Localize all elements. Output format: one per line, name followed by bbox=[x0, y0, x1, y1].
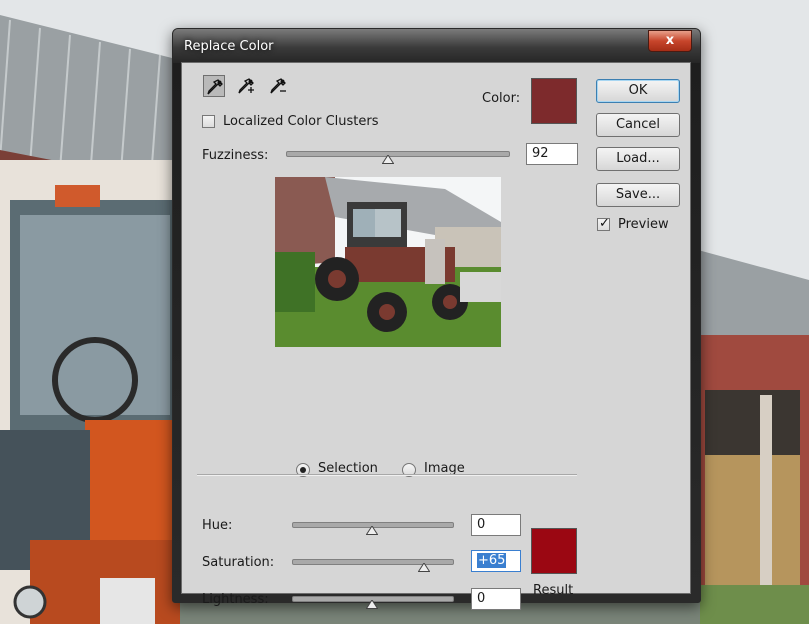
color-swatch[interactable] bbox=[531, 78, 577, 124]
fuzziness-slider-track[interactable] bbox=[286, 151, 510, 157]
cancel-button[interactable]: Cancel bbox=[596, 113, 680, 137]
ok-button[interactable]: OK bbox=[596, 79, 680, 103]
preview-checkbox[interactable]: ✓ bbox=[597, 216, 610, 231]
close-icon: x bbox=[665, 33, 675, 48]
radio-selected-dot bbox=[300, 467, 306, 473]
lightness-slider-thumb[interactable] bbox=[366, 600, 378, 609]
title-bar: Replace Color x bbox=[173, 29, 700, 63]
eyedropper-minus-icon bbox=[270, 78, 286, 94]
close-button[interactable]: x bbox=[648, 30, 692, 52]
saturation-label: Saturation: bbox=[202, 555, 275, 570]
lightness-label: Lightness: bbox=[202, 592, 269, 607]
fuzziness-label: Fuzziness: bbox=[202, 148, 269, 163]
load-button[interactable]: Load... bbox=[596, 147, 680, 171]
check-icon: ✓ bbox=[599, 216, 610, 231]
fuzziness-slider-thumb[interactable] bbox=[382, 155, 395, 164]
fuzziness-input[interactable]: 92 bbox=[526, 143, 578, 165]
hue-label: Hue: bbox=[202, 518, 233, 533]
preview-image bbox=[275, 177, 501, 347]
hue-input[interactable]: 0 bbox=[471, 514, 521, 536]
result-label: Result bbox=[533, 583, 574, 598]
divider bbox=[197, 474, 577, 476]
localized-color-clusters-checkbox[interactable] bbox=[202, 115, 215, 128]
result-swatch bbox=[531, 528, 577, 574]
saturation-value-selected: +65 bbox=[477, 553, 507, 568]
replace-color-dialog: Replace Color x Localized Color Clusters… bbox=[172, 28, 701, 610]
eyedropper-subtract-tool[interactable] bbox=[267, 75, 289, 97]
preview-label: Preview bbox=[618, 217, 669, 232]
eyedropper-icon bbox=[207, 79, 223, 95]
window-title: Replace Color bbox=[184, 39, 274, 54]
color-label: Color: bbox=[482, 91, 521, 106]
save-button[interactable]: Save... bbox=[596, 183, 680, 207]
eyedropper-tool[interactable] bbox=[203, 75, 225, 97]
localized-color-clusters-label: Localized Color Clusters bbox=[223, 114, 379, 129]
saturation-input[interactable]: +65 bbox=[471, 550, 521, 572]
eyedropper-add-tool[interactable] bbox=[235, 75, 257, 97]
saturation-slider-thumb[interactable] bbox=[418, 563, 430, 572]
dialog-body: Localized Color Clusters Color: Fuzzines… bbox=[181, 62, 691, 610]
hue-slider-thumb[interactable] bbox=[366, 526, 378, 535]
eyedropper-plus-icon bbox=[238, 78, 254, 94]
lightness-input[interactable]: 0 bbox=[471, 588, 521, 610]
